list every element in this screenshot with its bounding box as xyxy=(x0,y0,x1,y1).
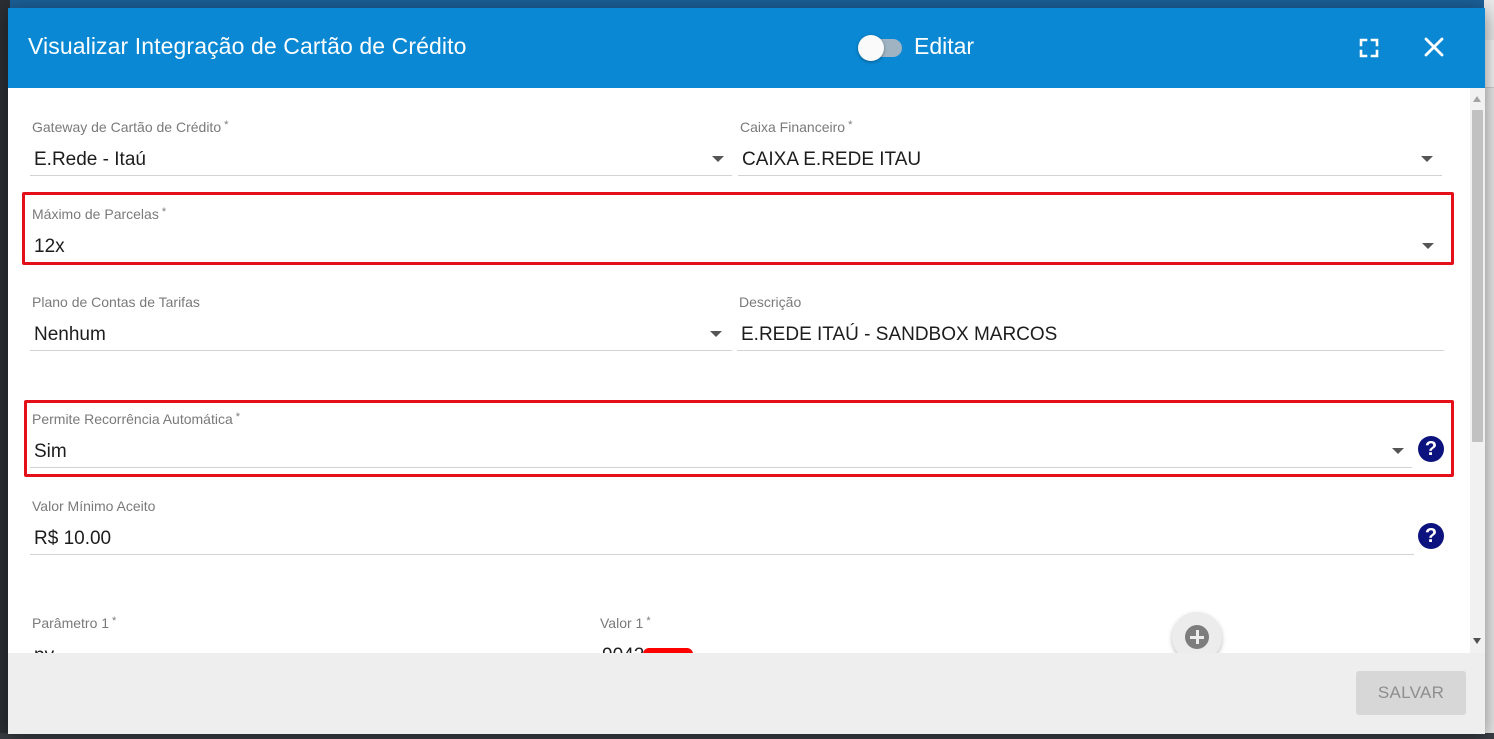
valor1-value: 9042 xyxy=(602,645,644,653)
gateway-value: E.Rede - Itaú xyxy=(34,149,146,170)
chevron-down-icon[interactable] xyxy=(1421,156,1433,162)
plus-circle-icon xyxy=(1185,625,1209,649)
close-icon xyxy=(1424,37,1444,57)
edit-toggle-label: Editar xyxy=(914,33,975,59)
caixa-label: Caixa Financeiro * xyxy=(740,119,853,135)
parametro1-value: pv xyxy=(34,645,54,653)
caixa-value: CAIXA E.REDE ITAU xyxy=(742,149,922,170)
valor-minimo-label: Valor Mínimo Aceito xyxy=(32,498,156,514)
valor-minimo-value: R$ 10.00 xyxy=(34,528,112,549)
chevron-down-icon[interactable] xyxy=(1422,243,1434,249)
caixa-financeiro-select[interactable]: Caixa Financeiro * CAIXA E.REDE ITAU xyxy=(738,119,1442,177)
add-parameter-button[interactable] xyxy=(1172,612,1222,653)
dialog-header: Visualizar Integração de Cartão de Crédi… xyxy=(8,8,1485,88)
fullscreen-icon xyxy=(1359,38,1379,58)
background-tab-peek xyxy=(1484,40,1494,88)
toggle-knob xyxy=(858,35,884,61)
recorrencia-label: Permite Recorrência Automática * xyxy=(32,411,241,427)
dialog-footer: SALVAR xyxy=(8,653,1485,734)
field-underline xyxy=(30,350,732,351)
descricao-value: E.REDE ITAÚ - SANDBOX MARCOS xyxy=(741,324,1058,345)
descricao-input[interactable]: Descrição E.REDE ITAÚ - SANDBOX MARCOS xyxy=(737,294,1444,352)
plano-contas-select[interactable]: Plano de Contas de Tarifas Nenhum xyxy=(30,294,732,352)
valor1-label: Valor 1 * xyxy=(600,615,651,631)
parametro1-input[interactable]: Parâmetro 1* pv xyxy=(30,615,570,653)
chevron-down-icon[interactable] xyxy=(712,156,724,162)
gateway-label: Gateway de Cartão de Crédito * xyxy=(32,119,229,135)
dialog-title: Visualizar Integração de Cartão de Crédi… xyxy=(28,33,467,59)
gateway-select[interactable]: Gateway de Cartão de Crédito * E.Rede - I… xyxy=(30,119,732,177)
save-button[interactable]: SALVAR xyxy=(1356,671,1466,715)
max-parcelas-value: 12x xyxy=(34,236,65,257)
plano-contas-label: Plano de Contas de Tarifas xyxy=(32,294,200,310)
integration-dialog: Visualizar Integração de Cartão de Crédi… xyxy=(8,8,1485,734)
fullscreen-button[interactable] xyxy=(1357,36,1381,60)
field-underline xyxy=(30,175,732,176)
parametro1-label: Parâmetro 1 * xyxy=(32,615,117,631)
field-underline xyxy=(30,262,1442,263)
field-underline xyxy=(737,350,1444,351)
edit-toggle[interactable] xyxy=(858,35,902,61)
help-icon[interactable]: ? xyxy=(1418,523,1444,549)
field-underline xyxy=(738,175,1442,176)
scroll-up-icon[interactable] xyxy=(1473,96,1481,102)
field-underline xyxy=(30,467,1412,468)
chevron-down-icon[interactable] xyxy=(710,331,722,337)
scroll-down-icon[interactable] xyxy=(1473,638,1481,644)
max-parcelas-label: Máximo de Parcelas * xyxy=(32,206,167,222)
recorrencia-value: Sim xyxy=(34,441,67,462)
valor1-input[interactable]: Valor 1* 9042 xyxy=(598,615,1138,653)
descricao-label: Descrição xyxy=(739,294,802,310)
close-button[interactable] xyxy=(1421,34,1447,60)
dialog-body: Gateway de Cartão de Crédito * E.Rede - I… xyxy=(8,88,1470,653)
background-page xyxy=(1484,0,1494,739)
chevron-down-icon[interactable] xyxy=(1392,448,1404,454)
plano-contas-value: Nenhum xyxy=(34,324,106,345)
recorrencia-select[interactable]: Permite Recorrência Automática * Sim xyxy=(30,411,1412,469)
content-scrollbar[interactable] xyxy=(1470,88,1485,653)
field-underline xyxy=(30,554,1414,555)
help-icon[interactable]: ? xyxy=(1418,436,1444,462)
scrollbar-thumb[interactable] xyxy=(1472,110,1483,442)
max-parcelas-select[interactable]: Máximo de Parcelas * 12x xyxy=(30,206,1442,264)
valor-minimo-input[interactable]: Valor Mínimo Aceito R$ 10.00 xyxy=(30,498,1414,556)
